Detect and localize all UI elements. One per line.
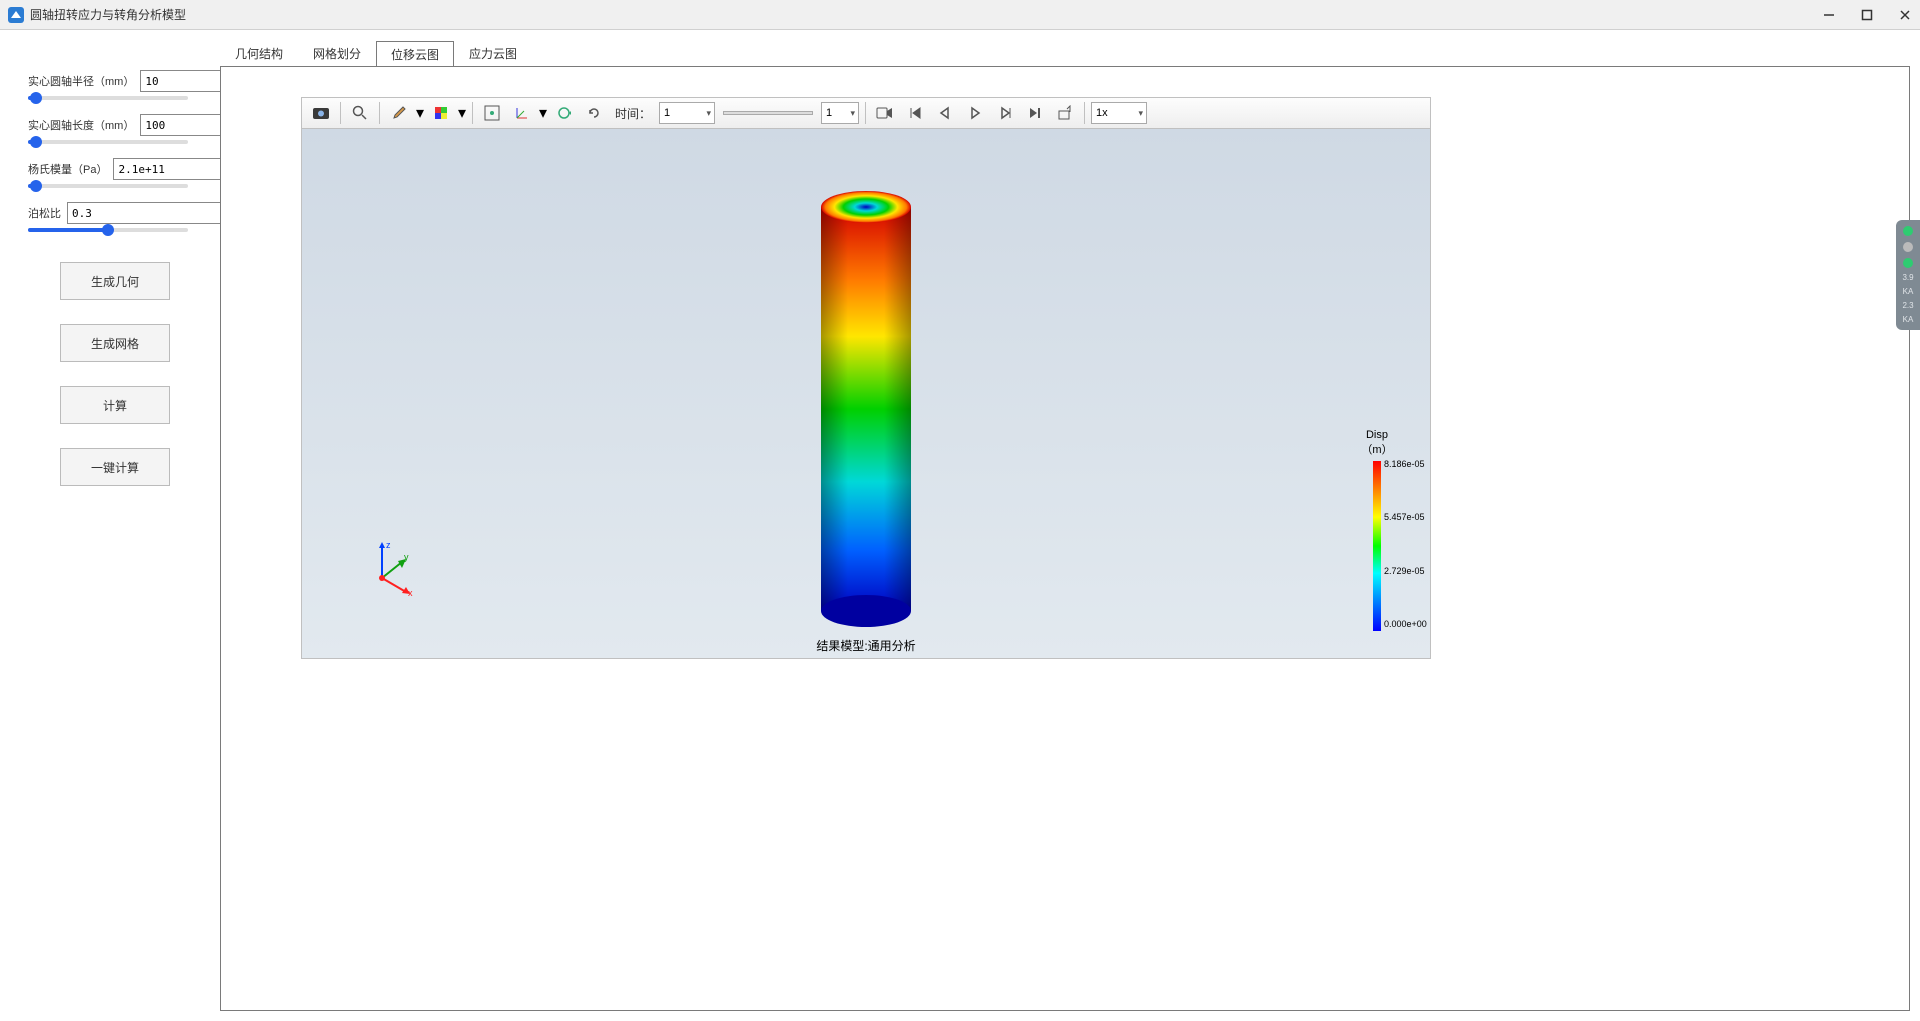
status-dot-icon: [1903, 258, 1913, 268]
window-controls: [1822, 8, 1912, 22]
window-title: 圆轴扭转应力与转角分析模型: [30, 6, 1822, 23]
generate-mesh-button[interactable]: 生成网格: [60, 324, 170, 362]
axes-dropdown[interactable]: ▾: [539, 100, 547, 126]
radius-label: 实心圆轴半径（mm）: [28, 73, 134, 89]
result-model: [816, 189, 916, 634]
legend-title: Disp: [1342, 429, 1412, 441]
perf-value-1: 3.9: [1902, 274, 1913, 282]
svg-text:z: z: [386, 540, 391, 550]
record-icon[interactable]: [872, 100, 898, 126]
result-caption: 结果模型:通用分析: [816, 637, 915, 654]
perf-unit-2: KA: [1903, 316, 1914, 324]
step-back-icon[interactable]: [932, 100, 958, 126]
status-dot-icon: [1903, 242, 1913, 252]
performance-widget[interactable]: 3.9 KA 2.3 KA: [1896, 220, 1920, 330]
poisson-label: 泊松比: [28, 205, 61, 221]
legend-tick: 8.186e-05: [1384, 459, 1427, 469]
close-button[interactable]: [1898, 8, 1912, 22]
length-label: 实心圆轴长度（mm）: [28, 117, 134, 133]
fit-view-icon[interactable]: [479, 100, 505, 126]
status-dot-icon: [1903, 226, 1913, 236]
minimize-button[interactable]: [1822, 8, 1836, 22]
legend-unit: （m）: [1342, 441, 1412, 457]
brush-icon[interactable]: [386, 100, 412, 126]
screenshot-icon[interactable]: [308, 100, 334, 126]
legend-ticks: 8.186e-05 5.457e-05 2.729e-05 0.000e+00: [1384, 459, 1427, 629]
perf-unit-1: KA: [1903, 288, 1914, 296]
skip-end-icon[interactable]: [1022, 100, 1048, 126]
legend-tick: 5.457e-05: [1384, 512, 1427, 522]
tab-stress[interactable]: 应力云图: [454, 40, 532, 66]
rotate-view-icon[interactable]: [551, 100, 577, 126]
youngs-slider[interactable]: [28, 184, 188, 188]
viewport-3d[interactable]: 结果模型:通用分析 z y x Disp （m: [301, 129, 1431, 659]
titlebar: 圆轴扭转应力与转角分析模型: [0, 0, 1920, 30]
step-forward-icon[interactable]: [992, 100, 1018, 126]
perf-value-2: 2.3: [1902, 302, 1913, 310]
maximize-button[interactable]: [1860, 8, 1874, 22]
play-icon[interactable]: [962, 100, 988, 126]
svg-text:x: x: [408, 588, 413, 598]
time-slider[interactable]: [723, 111, 813, 115]
radius-slider[interactable]: [28, 96, 188, 100]
tab-geometry[interactable]: 几何结构: [220, 40, 298, 66]
frame-select[interactable]: [821, 102, 859, 124]
youngs-label: 杨氏模量（Pa）: [28, 161, 107, 177]
content-area: 几何结构 网格划分 位移云图 应力云图 ▾ ▾ ▾: [220, 40, 1910, 1011]
time-select[interactable]: [659, 102, 715, 124]
color-legend: Disp （m） 8.186e-05 5.457e-05 2.729e-05 0…: [1342, 429, 1412, 631]
one-click-compute-button[interactable]: 一键计算: [60, 448, 170, 486]
svg-text:y: y: [404, 552, 409, 562]
view-tabs: 几何结构 网格划分 位移云图 应力云图: [220, 40, 1910, 66]
axis-triad: z y x: [362, 538, 422, 598]
legend-bar: [1373, 461, 1381, 631]
reset-view-icon[interactable]: [581, 100, 607, 126]
cube-color-dropdown[interactable]: ▾: [458, 100, 466, 126]
legend-tick: 0.000e+00: [1384, 619, 1427, 629]
compute-button[interactable]: 计算: [60, 386, 170, 424]
poisson-slider[interactable]: [28, 228, 188, 232]
tab-mesh[interactable]: 网格划分: [298, 40, 376, 66]
speed-select[interactable]: [1091, 102, 1147, 124]
axes-toggle-icon[interactable]: [509, 100, 535, 126]
app-icon: [8, 7, 24, 23]
viewport-toolbar: ▾ ▾ ▾ 时间：: [301, 97, 1431, 129]
skip-start-icon[interactable]: [902, 100, 928, 126]
cube-color-icon[interactable]: [428, 100, 454, 126]
length-slider[interactable]: [28, 140, 188, 144]
generate-geometry-button[interactable]: 生成几何: [60, 262, 170, 300]
zoom-icon[interactable]: [347, 100, 373, 126]
time-label: 时间：: [615, 105, 651, 122]
export-icon[interactable]: [1052, 100, 1078, 126]
parameter-sidebar: 实心圆轴半径（mm） 实心圆轴长度（mm） 杨氏模量（Pa） 泊松比 生成几何 …: [10, 40, 220, 1011]
tab-displacement[interactable]: 位移云图: [376, 41, 454, 67]
legend-tick: 2.729e-05: [1384, 566, 1427, 576]
brush-dropdown[interactable]: ▾: [416, 100, 424, 126]
view-panel: ▾ ▾ ▾ 时间：: [220, 66, 1910, 1011]
poisson-input[interactable]: [67, 202, 224, 224]
